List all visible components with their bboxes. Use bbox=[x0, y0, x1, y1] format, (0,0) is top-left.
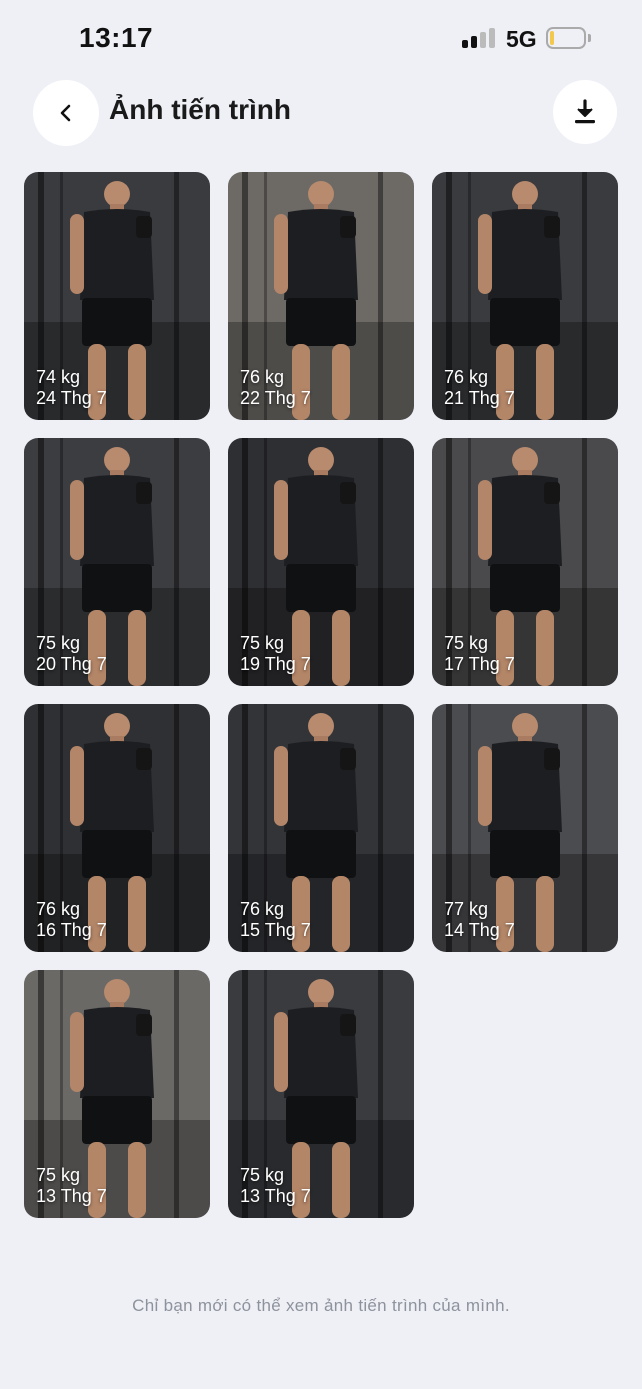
photo-caption: 75 kg 13 Thg 7 bbox=[240, 1165, 311, 1207]
photo-caption: 76 kg 15 Thg 7 bbox=[240, 899, 311, 941]
progress-photo-card[interactable]: 75 kg 13 Thg 7 bbox=[228, 970, 414, 1218]
progress-photo-card[interactable]: 76 kg 21 Thg 7 bbox=[432, 172, 618, 420]
photo-caption: 76 kg 16 Thg 7 bbox=[36, 899, 107, 941]
photo-date: 22 Thg 7 bbox=[240, 388, 311, 408]
photo-date: 20 Thg 7 bbox=[36, 654, 107, 674]
progress-photo-card[interactable]: 77 kg 14 Thg 7 bbox=[432, 704, 618, 952]
network-type: 5G bbox=[506, 26, 537, 52]
photo-caption: 75 kg 13 Thg 7 bbox=[36, 1165, 107, 1207]
photo-weight: 75 kg bbox=[36, 1165, 81, 1185]
privacy-note: Chỉ bạn mới có thể xem ảnh tiến trình củ… bbox=[132, 1296, 510, 1315]
battery-icon bbox=[546, 27, 586, 49]
cellular-signal-icon bbox=[462, 28, 496, 48]
progress-photo-card[interactable]: 75 kg 20 Thg 7 bbox=[24, 438, 210, 686]
photo-weight: 76 kg bbox=[36, 899, 81, 919]
photo-caption: 76 kg 22 Thg 7 bbox=[240, 367, 311, 409]
chevron-left-icon bbox=[60, 104, 71, 122]
photo-weight: 75 kg bbox=[36, 633, 81, 653]
back-button[interactable] bbox=[33, 80, 99, 146]
progress-photo-grid: 74 kg 24 Thg 7 76 kg 22 Thg 7 76 kg 21 Thg 77… bbox=[24, 172, 618, 1218]
status-bar: 13:17 5G bbox=[0, 0, 642, 76]
status-time: 13:17 bbox=[79, 22, 154, 53]
photo-weight: 75 kg bbox=[444, 633, 489, 653]
photo-date: 24 Thg 7 bbox=[36, 388, 107, 408]
battery-tip bbox=[588, 34, 591, 42]
photo-caption: 75 kg 17 Thg 7 bbox=[444, 633, 515, 675]
progress-photo-card[interactable]: 75 kg 17 Thg 7 bbox=[432, 438, 618, 686]
photo-date: 19 Thg 7 bbox=[240, 654, 311, 674]
photo-date: 13 Thg 7 bbox=[240, 1186, 311, 1206]
progress-photo-card[interactable]: 76 kg 22 Thg 7 bbox=[228, 172, 414, 420]
progress-photo-card[interactable]: 76 kg 16 Thg 7 bbox=[24, 704, 210, 952]
photo-date: 13 Thg 7 bbox=[36, 1186, 107, 1206]
photo-caption: 74 kg 24 Thg 7 bbox=[36, 367, 107, 409]
photo-weight: 76 kg bbox=[240, 899, 285, 919]
photo-caption: 75 kg 20 Thg 7 bbox=[36, 633, 107, 675]
progress-photo-card[interactable]: 75 kg 13 Thg 7 bbox=[24, 970, 210, 1218]
photo-caption: 76 kg 21 Thg 7 bbox=[444, 367, 515, 409]
photo-caption: 77 kg 14 Thg 7 bbox=[444, 899, 515, 941]
photo-weight: 75 kg bbox=[240, 1165, 285, 1185]
photo-weight: 76 kg bbox=[240, 367, 285, 387]
battery-level bbox=[550, 31, 554, 45]
photo-weight: 75 kg bbox=[240, 633, 285, 653]
photo-date: 17 Thg 7 bbox=[444, 654, 515, 674]
photo-weight: 77 kg bbox=[444, 899, 489, 919]
photo-date: 16 Thg 7 bbox=[36, 920, 107, 940]
download-button[interactable] bbox=[553, 80, 617, 144]
progress-photo-card[interactable]: 76 kg 15 Thg 7 bbox=[228, 704, 414, 952]
photo-date: 14 Thg 7 bbox=[444, 920, 515, 940]
page-title: Ảnh tiến trình bbox=[109, 94, 291, 125]
photo-caption: 75 kg 19 Thg 7 bbox=[240, 633, 311, 675]
photo-weight: 76 kg bbox=[444, 367, 489, 387]
photo-date: 15 Thg 7 bbox=[240, 920, 311, 940]
photo-weight: 74 kg bbox=[36, 367, 81, 387]
progress-photo-card[interactable]: 75 kg 19 Thg 7 bbox=[228, 438, 414, 686]
progress-photo-card[interactable]: 74 kg 24 Thg 7 bbox=[24, 172, 210, 420]
photo-date: 21 Thg 7 bbox=[444, 388, 515, 408]
download-icon bbox=[575, 99, 595, 124]
